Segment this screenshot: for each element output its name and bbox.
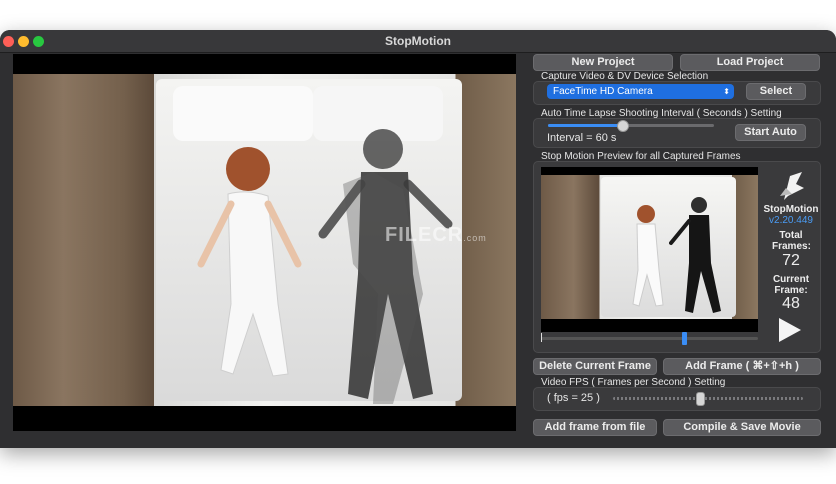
chevron-updown-icon: ⬍ — [723, 87, 730, 96]
frame-preview — [541, 167, 758, 332]
interval-value: Interval = 60 s — [547, 132, 617, 144]
compile-save-movie-button[interactable]: Compile & Save Movie — [663, 419, 821, 436]
preview-woman-figure — [632, 205, 664, 307]
total-frames-value: 72 — [782, 252, 800, 269]
pillow-left — [173, 86, 313, 141]
fps-slider[interactable] — [613, 392, 803, 406]
load-project-button[interactable]: Load Project — [680, 54, 820, 71]
video-frame: FILECR.com — [13, 74, 516, 406]
current-frame-value: 48 — [782, 295, 800, 312]
delete-frame-button[interactable]: Delete Current Frame — [533, 358, 657, 375]
preview-man-figure — [669, 197, 721, 313]
interval-slider[interactable] — [548, 120, 714, 132]
new-project-button[interactable]: New Project — [533, 54, 673, 71]
current-frame-label: Current Frame: — [772, 274, 810, 296]
watermark: FILECR.com — [385, 224, 487, 246]
fps-slider-knob[interactable] — [695, 392, 705, 406]
app-name: StopMotion — [763, 204, 819, 215]
woman-figure — [197, 147, 302, 377]
start-auto-button[interactable]: Start Auto — [735, 124, 806, 141]
title-bar: StopMotion — [0, 30, 836, 53]
device-select[interactable]: FaceTime HD Camera ⬍ — [547, 84, 734, 99]
select-device-button[interactable]: Select — [746, 83, 806, 100]
preview-start-tick — [541, 333, 542, 342]
total-frames-label: Total Frames: — [772, 230, 811, 252]
preview-scrubber[interactable] — [541, 332, 758, 345]
interval-slider-knob[interactable] — [616, 120, 629, 132]
interval-slider-fill — [548, 124, 623, 127]
preview-frame — [541, 175, 758, 319]
app-version: v2.20.449 — [769, 215, 813, 226]
window-title: StopMotion — [385, 34, 451, 48]
preview-scrubber-knob[interactable] — [681, 332, 687, 345]
add-frame-from-file-button[interactable]: Add frame from file — [533, 419, 657, 436]
stopmotion-logo-icon — [780, 172, 804, 200]
play-icon[interactable] — [779, 318, 801, 342]
man-figure — [318, 129, 453, 404]
live-video-view: FILECR.com — [13, 54, 516, 431]
fps-value: ( fps = 25 ) — [547, 392, 600, 404]
add-frame-button[interactable]: Add Frame ( ⌘+⇧+h ) — [663, 358, 821, 375]
device-select-value: FaceTime HD Camera — [553, 86, 653, 97]
